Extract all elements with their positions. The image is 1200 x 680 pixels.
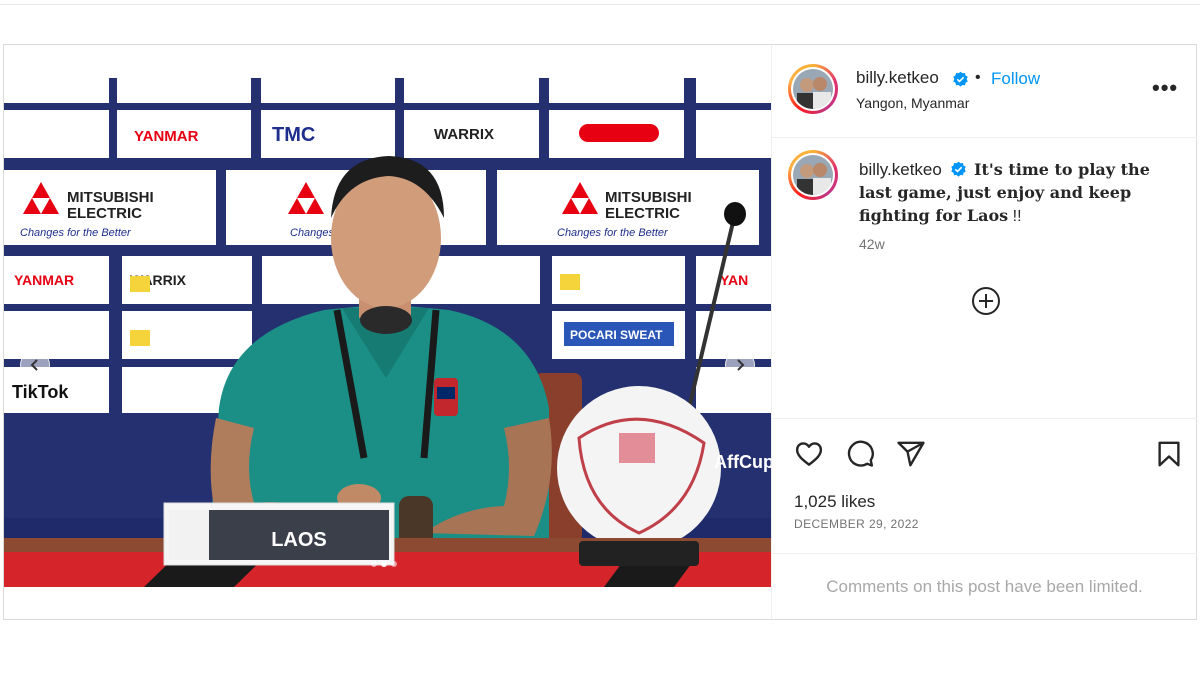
post-sidebar: billy.ketkeo • Follow Yangon, Myanmar ••…	[771, 45, 1197, 619]
svg-text:POCARI SWEAT: POCARI SWEAT	[570, 328, 663, 342]
svg-text:Changes: Changes	[290, 227, 335, 239]
carousel-indicator	[371, 561, 397, 567]
carousel-prev-button[interactable]	[20, 350, 50, 380]
header-separator: •	[975, 69, 981, 86]
likes-count[interactable]: 1,025 likes	[794, 492, 875, 512]
chevron-left-icon	[30, 359, 38, 371]
chevron-right-icon	[737, 359, 745, 371]
carousel-dot	[371, 561, 377, 567]
svg-text:ELECTRIC: ELECTRIC	[605, 205, 680, 222]
post-photo[interactable]: MITSUBISHI ELECTRIC Changes for the Bett…	[4, 78, 771, 587]
svg-text:TMC: TMC	[272, 124, 315, 146]
svg-text:MITSUBISHI: MITSUBISHI	[67, 189, 154, 206]
comments-limited-notice: Comments on this post have been limited.	[772, 553, 1197, 620]
carousel-next-button[interactable]	[725, 350, 755, 380]
add-comment-icon[interactable]	[970, 285, 1002, 317]
nameplate-text: LAOS	[271, 529, 327, 551]
comment-icon[interactable]	[845, 439, 875, 469]
svg-text:Changes for the Better: Changes for the Better	[557, 227, 669, 239]
post-actions: 1,025 likes DECEMBER 29, 2022	[772, 418, 1197, 559]
post-age[interactable]: 42w	[859, 236, 885, 252]
svg-text:YAN: YAN	[720, 272, 748, 288]
svg-text:MITSUBISHI: MITSUBISHI	[605, 189, 692, 206]
post-media: MITSUBISHI ELECTRIC Changes for the Bett…	[4, 45, 771, 619]
svg-text:YANMAR: YANMAR	[134, 128, 199, 145]
heart-icon[interactable]	[794, 439, 824, 469]
svg-text:AffCup: AffCup	[714, 452, 771, 472]
svg-text:YANMAR: YANMAR	[14, 272, 74, 288]
avatar-photo	[793, 155, 833, 195]
more-options-icon[interactable]: •••	[1152, 75, 1178, 101]
verified-badge-icon	[951, 161, 966, 177]
carousel-dot-active	[381, 561, 387, 567]
post-caption: billy.ketkeo It's time to play the last …	[859, 158, 1179, 228]
page-top-divider	[0, 4, 1200, 5]
svg-text:Changes for the Better: Changes for the Better	[20, 227, 132, 239]
verified-badge-icon	[953, 71, 968, 87]
svg-text:WARRIX: WARRIX	[434, 126, 494, 143]
caption-suffix: !!	[1008, 208, 1022, 225]
header-username[interactable]: billy.ketkeo	[856, 68, 939, 88]
svg-text:ELECTRIC: ELECTRIC	[67, 205, 142, 222]
header-avatar[interactable]	[788, 64, 838, 114]
avatar-photo	[793, 69, 833, 109]
share-icon[interactable]	[896, 439, 926, 469]
press-conference-photo: MITSUBISHI ELECTRIC Changes for the Bett…	[4, 78, 771, 587]
post-date: DECEMBER 29, 2022	[794, 517, 919, 531]
svg-text:TikTok: TikTok	[12, 382, 69, 402]
post-header: billy.ketkeo • Follow Yangon, Myanmar ••…	[772, 45, 1197, 138]
follow-button[interactable]: Follow	[991, 69, 1040, 89]
carousel-dot	[391, 561, 397, 567]
instagram-post: MITSUBISHI ELECTRIC Changes for the Bett…	[3, 44, 1197, 620]
caption-username[interactable]: billy.ketkeo	[859, 160, 942, 179]
caption-avatar[interactable]	[788, 150, 838, 200]
bookmark-icon[interactable]	[1154, 439, 1184, 469]
post-location[interactable]: Yangon, Myanmar	[856, 95, 969, 111]
